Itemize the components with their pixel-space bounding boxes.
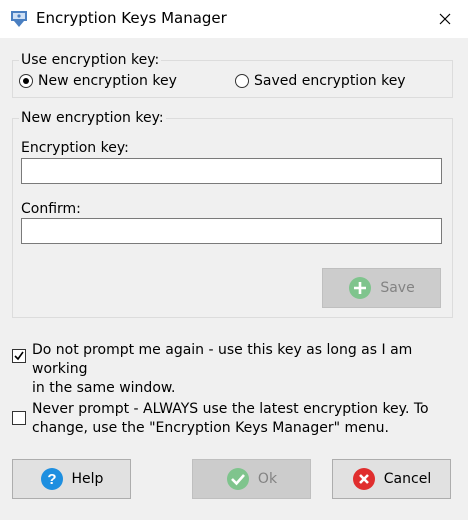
- never-prompt-checkbox[interactable]: [12, 411, 26, 425]
- radio-saved-key-button[interactable]: [235, 74, 249, 88]
- encryption-key-label: Encryption key:: [21, 140, 129, 156]
- do-not-prompt-label: Do not prompt me again - use this key as…: [32, 341, 468, 398]
- radio-saved-key-label: Saved encryption key: [254, 73, 406, 89]
- checkmark-icon: [14, 351, 24, 361]
- close-icon: [439, 13, 451, 25]
- do-not-prompt-line1: Do not prompt me again - use this key as…: [32, 342, 413, 377]
- help-button[interactable]: ? Help: [12, 459, 131, 499]
- window-title: Encryption Keys Manager: [36, 9, 227, 27]
- radio-new-key-label: New encryption key: [38, 73, 177, 89]
- new-key-group-title: New encryption key:: [19, 110, 166, 126]
- key-manager-icon: [11, 11, 27, 27]
- confirm-label: Confirm:: [21, 201, 81, 217]
- title-bar: Encryption Keys Manager: [0, 0, 468, 38]
- save-button[interactable]: Save: [322, 268, 441, 308]
- do-not-prompt-line2: in the same window.: [32, 380, 176, 396]
- svg-text:?: ?: [47, 471, 56, 488]
- never-prompt-line2: change, use the "Encryption Keys Manager…: [32, 420, 389, 436]
- ok-label: Ok: [257, 471, 278, 487]
- radio-new-key[interactable]: New encryption key: [19, 73, 177, 89]
- cancel-button[interactable]: Cancel: [332, 459, 451, 499]
- do-not-prompt-checkbox[interactable]: [12, 349, 26, 363]
- ok-check-icon: [226, 468, 249, 490]
- never-prompt-line1: Never prompt - ALWAYS use the latest enc…: [32, 401, 429, 417]
- encryption-key-input[interactable]: [21, 158, 442, 184]
- save-label: Save: [380, 280, 415, 296]
- new-key-group: New encryption key: Encryption key: Conf…: [12, 110, 453, 318]
- radio-new-key-button[interactable]: [19, 74, 33, 88]
- use-key-group: Use encryption key: New encryption key S…: [12, 52, 453, 98]
- save-plus-icon: [349, 277, 372, 299]
- radio-saved-key[interactable]: Saved encryption key: [235, 73, 406, 89]
- help-icon: ?: [40, 468, 63, 490]
- never-prompt-label: Never prompt - ALWAYS use the latest enc…: [32, 400, 429, 438]
- ok-button[interactable]: Ok: [192, 459, 311, 499]
- use-key-group-title: Use encryption key:: [19, 52, 162, 68]
- cancel-icon: [352, 468, 375, 490]
- confirm-input[interactable]: [21, 218, 442, 244]
- help-label: Help: [71, 471, 104, 487]
- close-button[interactable]: [422, 0, 468, 38]
- cancel-label: Cancel: [383, 471, 432, 487]
